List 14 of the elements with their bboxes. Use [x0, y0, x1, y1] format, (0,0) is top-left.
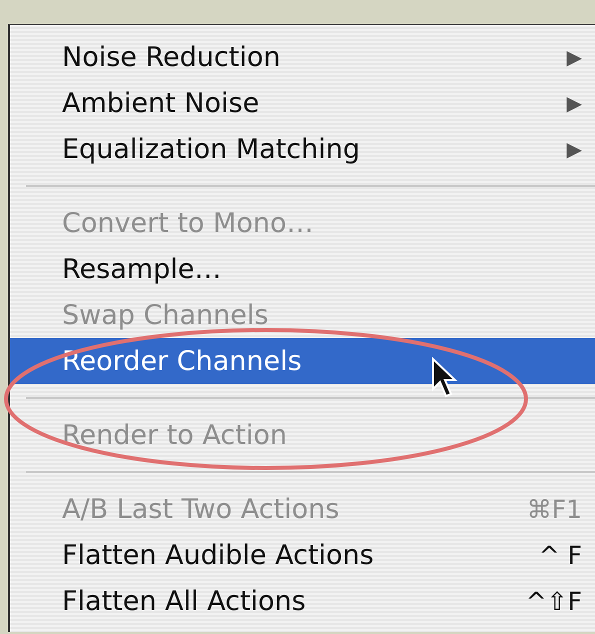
submenu-arrow-icon: ▶: [566, 91, 582, 115]
submenu-arrow-icon: ▶: [566, 137, 582, 161]
keyboard-shortcut: ^⇧F: [526, 586, 582, 616]
submenu-arrow-icon: ▶: [566, 45, 582, 69]
pointer-cursor-icon: [430, 357, 458, 399]
submenu-item[interactable]: Equalization Matching ▶: [10, 126, 595, 172]
submenu-item[interactable]: Ambient Noise ▶: [10, 80, 595, 126]
menu-item[interactable]: Flatten Audible Actions ^ F: [10, 532, 595, 578]
submenu-item[interactable]: Noise Reduction ▶: [10, 34, 595, 80]
menu-item[interactable]: Reorder Channels: [10, 338, 595, 384]
keyboard-shortcut: ^ F: [538, 540, 582, 570]
menu-item[interactable]: Resample…: [10, 246, 595, 292]
keyboard-shortcut: ⌘F1: [526, 494, 582, 524]
menu-item[interactable]: Flatten All Actions ^⇧F: [10, 578, 595, 624]
